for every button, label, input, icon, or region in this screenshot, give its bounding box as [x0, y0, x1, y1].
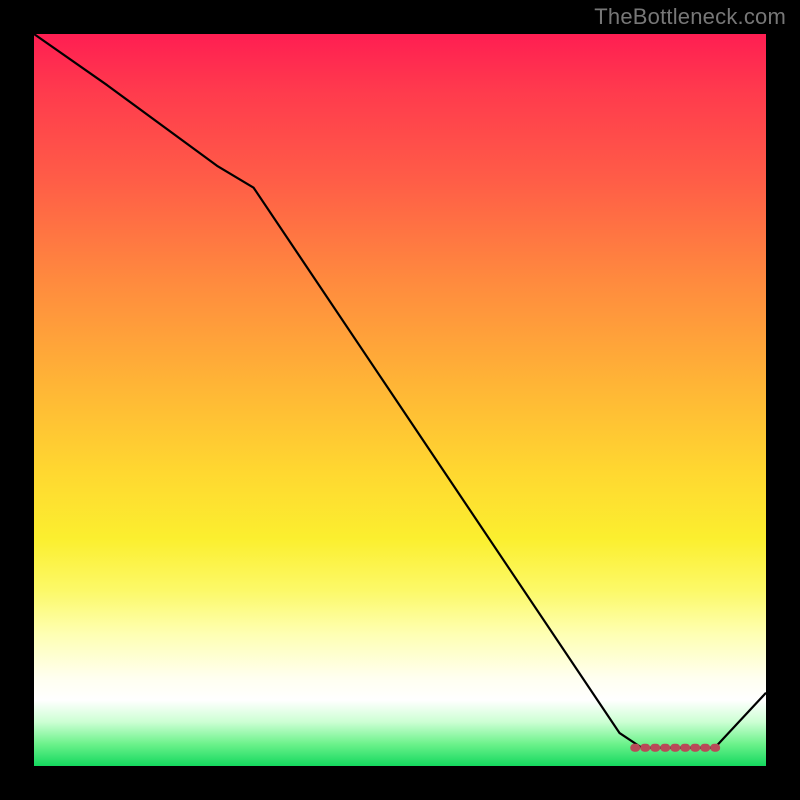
curve-path: [34, 34, 766, 748]
chart-frame: TheBottleneck.com: [0, 0, 800, 800]
watermark-text: TheBottleneck.com: [594, 4, 786, 30]
plot-area: [34, 34, 766, 766]
chart-overlay: [34, 34, 766, 766]
